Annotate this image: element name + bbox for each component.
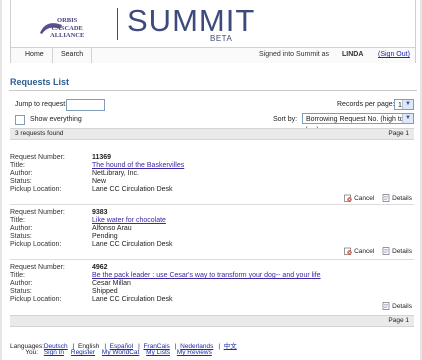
request-title-link[interactable]: Like water for chocolate xyxy=(92,217,166,224)
record-divider xyxy=(10,204,414,205)
page: ORBIS CASCADE ALLIANCE SUMMIT BETA Home … xyxy=(2,0,420,360)
request-status: Pending xyxy=(92,233,118,240)
my-worldcat-link[interactable]: My WorldCat xyxy=(102,349,139,356)
details-button[interactable]: Details xyxy=(382,194,412,202)
details-label: Details xyxy=(392,247,412,255)
beta-label: BETA xyxy=(210,34,233,43)
request-actions: Cancel Details xyxy=(338,194,412,204)
page-title: Requests List xyxy=(10,77,70,87)
nav-divider xyxy=(52,48,53,63)
page-indicator: Page 1 xyxy=(388,130,409,137)
cancel-icon xyxy=(344,247,352,255)
request-number: 4962 xyxy=(92,264,108,271)
details-label: Details xyxy=(392,302,412,310)
nav-search[interactable]: Search xyxy=(61,51,83,58)
records-per-page-select[interactable]: 10 ▼ xyxy=(394,99,414,110)
jump-label: Jump to request: xyxy=(15,101,68,108)
sort-by-select[interactable]: Borrowing Request No. (high to low) ▼ xyxy=(302,113,414,134)
show-everything-label: Show everything xyxy=(30,116,82,123)
cancel-label: Cancel xyxy=(354,194,375,202)
summit-logo: SUMMIT xyxy=(127,3,256,38)
chevron-down-icon: ▼ xyxy=(402,100,413,109)
language-separator: | xyxy=(218,343,222,350)
signed-in-user: LINDA xyxy=(342,51,364,58)
you-row: You: Sign In Register My WorldCat My Lis… xyxy=(10,349,217,356)
request-number-label: Request Number: xyxy=(10,154,65,161)
cancel-button[interactable]: Cancel xyxy=(344,247,374,255)
my-lists-link[interactable]: My Lists xyxy=(146,349,170,356)
request-number: 9383 xyxy=(92,209,108,216)
request-actions: Details xyxy=(376,302,412,312)
status-label: Status: xyxy=(10,178,32,185)
request-number-label: Request Number: xyxy=(10,209,65,216)
sort-by-label: Sort by: xyxy=(273,116,298,123)
details-label: Details xyxy=(392,194,412,202)
my-reviews-link[interactable]: My Reviews xyxy=(177,349,212,356)
divider xyxy=(9,90,417,91)
page-indicator: Page 1 xyxy=(388,317,409,324)
author-label: Author: xyxy=(10,225,33,232)
title-label: Title: xyxy=(10,217,25,224)
author-label: Author: xyxy=(10,280,33,287)
signed-in-text: Signed into Summit as xyxy=(259,51,330,58)
site-header: ORBIS CASCADE ALLIANCE SUMMIT BETA Home … xyxy=(10,0,416,63)
show-everything-checkbox[interactable] xyxy=(15,115,25,125)
request-number-label: Request Number: xyxy=(10,264,65,271)
cancel-button[interactable]: Cancel xyxy=(344,194,374,202)
pagination-bar: Page 1 xyxy=(10,315,414,327)
you-label: You: xyxy=(25,349,38,356)
pickup-label: Pickup Location: xyxy=(10,241,62,248)
sign-in-link[interactable]: Sign In xyxy=(44,349,64,356)
request-record: Request Number: 9383 Title: Like water f… xyxy=(10,209,414,259)
title-label: Title: xyxy=(10,272,25,279)
author-label: Author: xyxy=(10,170,33,177)
language-link[interactable]: 中文 xyxy=(224,343,237,350)
pickup-label: Pickup Location: xyxy=(10,186,62,193)
details-icon xyxy=(382,302,390,310)
cancel-label: Cancel xyxy=(354,247,375,255)
top-nav: Home Search Signed into Summit as LINDA … xyxy=(11,47,415,63)
records-per-page-label: Records per page: xyxy=(337,101,395,108)
request-title-link[interactable]: Be the pack leader : use Cesar's way to … xyxy=(92,272,321,279)
request-pickup: Lane CC Circulation Desk xyxy=(92,296,173,303)
title-label: Title: xyxy=(10,162,25,169)
orbis-logo-text: ORBIS CASCADE ALLIANCE xyxy=(50,17,85,39)
request-pickup: Lane CC Circulation Desk xyxy=(92,241,173,248)
request-record: Request Number: 11369 Title: The hound o… xyxy=(10,154,414,204)
details-icon xyxy=(382,194,390,202)
status-label: Status: xyxy=(10,288,32,295)
request-author: NetLibrary, Inc. xyxy=(92,170,139,177)
pickup-label: Pickup Location: xyxy=(10,296,62,303)
request-status: New xyxy=(92,178,107,185)
sign-out-link[interactable]: (Sign Out) xyxy=(378,51,410,58)
logo-divider xyxy=(117,8,118,40)
register-link[interactable]: Register xyxy=(71,349,95,356)
request-record: Request Number: 4962 Title: Be the pack … xyxy=(10,264,414,312)
request-title-link[interactable]: The hound of the Baskervilles xyxy=(92,162,184,169)
chevron-down-icon: ▼ xyxy=(402,114,413,123)
request-actions: Cancel Details xyxy=(338,247,412,257)
cancel-icon xyxy=(344,194,352,202)
request-status: Shipped xyxy=(92,288,118,295)
details-icon xyxy=(382,247,390,255)
request-author: Alfonso Arau xyxy=(92,225,132,232)
details-button[interactable]: Details xyxy=(382,247,412,255)
request-author: Cesar Millan xyxy=(92,280,131,287)
jump-to-request-input[interactable] xyxy=(66,99,105,111)
requests-found: 3 requests found xyxy=(15,130,64,137)
record-divider xyxy=(10,259,414,260)
request-pickup: Lane CC Circulation Desk xyxy=(92,186,173,193)
request-number: 11369 xyxy=(92,154,112,161)
status-label: Status: xyxy=(10,233,32,240)
nav-divider xyxy=(91,48,92,63)
results-summary-bar: 3 requests found Page 1 xyxy=(10,128,414,140)
nav-home[interactable]: Home xyxy=(25,51,44,58)
orbis-cascade-logo: ORBIS CASCADE ALLIANCE xyxy=(38,15,110,41)
details-button[interactable]: Details xyxy=(382,302,412,310)
